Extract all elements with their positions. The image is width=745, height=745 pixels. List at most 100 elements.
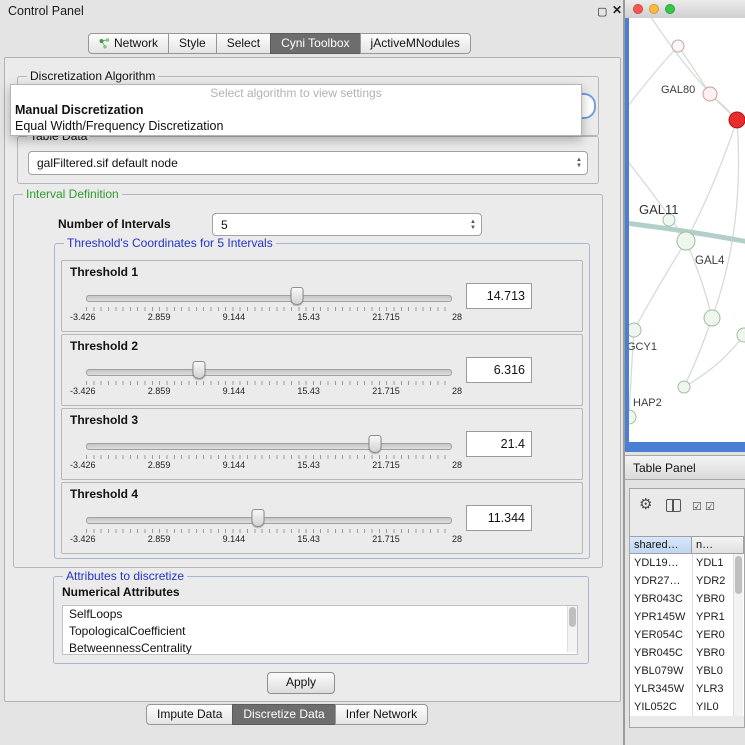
selected-red-node[interactable] <box>729 112 745 128</box>
screen: Control Panel ▢ ✕ Network Style Select <box>0 0 745 745</box>
slider-handle[interactable] <box>369 435 382 453</box>
column-header-shared-name[interactable]: shared… <box>630 536 692 554</box>
zoom-traffic-light-icon[interactable] <box>665 4 675 14</box>
table-panel-header[interactable]: Table Panel <box>625 455 745 480</box>
threshold-3-slider[interactable] <box>86 435 452 453</box>
node-label-gal4: GAL4 <box>695 255 725 267</box>
network-canvas[interactable]: GAL80 GAL11 GAL4 GCY1 HAP2 <box>629 18 745 442</box>
columns-icon[interactable] <box>666 499 681 512</box>
network-node[interactable] <box>704 310 720 326</box>
network-node[interactable] <box>737 328 745 342</box>
threshold-2-slider[interactable] <box>86 361 452 379</box>
network-node-gal4[interactable] <box>677 232 695 250</box>
close-traffic-light-icon[interactable] <box>633 4 643 14</box>
network-node-hap2[interactable] <box>629 410 636 424</box>
network-view-window: GAL80 GAL11 GAL4 GCY1 HAP2 <box>625 0 745 452</box>
network-node-gal80[interactable] <box>703 87 717 101</box>
threshold-3-panel: Threshold 3 -3.4262.8599.14415.4321.7152… <box>61 408 583 480</box>
table-row[interactable]: YDR27…YDR2 <box>630 572 744 590</box>
table-panel-window: ⚙ ☑ ☑ shared… n… YDL19…YDL1 YDR27…YDR2 Y… <box>629 488 745 728</box>
num-intervals-combobox[interactable]: 5 ▲▼ <box>212 213 482 236</box>
gear-icon[interactable]: ⚙ <box>639 497 652 513</box>
table-data-combobox[interactable]: galFiltered.sif default node ▲▼ <box>28 151 588 175</box>
network-window-titlebar[interactable] <box>625 0 745 19</box>
node-label-gal80: GAL80 <box>661 84 695 96</box>
list-scrollbar[interactable] <box>567 606 577 652</box>
num-intervals-label: Number of Intervals <box>58 217 171 231</box>
table-scrollbar[interactable] <box>733 554 743 716</box>
slider-handle[interactable] <box>193 361 206 379</box>
dropdown-option-equal-width-frequency[interactable]: Equal Width/Frequency Discretization <box>11 118 581 134</box>
select-all-columns-icon[interactable]: ☑ <box>692 499 702 515</box>
table-row[interactable]: YLR345WYLR3 <box>630 680 744 698</box>
column-header-name[interactable]: n… <box>692 536 744 554</box>
threshold-1-slider[interactable] <box>86 287 452 305</box>
tab-network-label: Network <box>114 34 158 53</box>
slider-handle[interactable] <box>252 509 265 527</box>
list-item[interactable]: BetweennessCentrality <box>63 640 577 655</box>
dropdown-option-manual-discretization[interactable]: Manual Discretization <box>11 102 581 118</box>
slider-tick-labels: -3.4262.8599.14415.4321.71528 <box>70 460 462 470</box>
bottom-tabs: Impute Data Discretize Data Infer Networ… <box>146 704 428 725</box>
scrollbar-thumb[interactable] <box>735 556 742 594</box>
table-row[interactable]: YER054CYER0 <box>630 626 744 644</box>
minimize-traffic-light-icon[interactable] <box>649 4 659 14</box>
threshold-4-value[interactable]: 11.344 <box>466 505 532 531</box>
tab-infer-network[interactable]: Infer Network <box>335 704 428 725</box>
threshold-4-label: Threshold 4 <box>70 487 138 501</box>
apply-button[interactable]: Apply <box>267 672 335 694</box>
list-item[interactable]: TopologicalCoefficient <box>63 623 577 640</box>
algorithm-group-label: Discretization Algorithm <box>27 69 158 83</box>
threshold-1-label: Threshold 1 <box>70 265 138 279</box>
thresholds-group-label: Threshold's Coordinates for 5 Intervals <box>64 236 276 250</box>
table-data-group: Table Data galFiltered.sif default node … <box>17 136 599 184</box>
slider-tick-labels: -3.4262.8599.14415.4321.71528 <box>70 534 462 544</box>
table-row[interactable]: YDL19…YDL1 <box>630 554 744 572</box>
table-row[interactable]: YBR045CYBR0 <box>630 644 744 662</box>
threshold-1-value[interactable]: 14.713 <box>466 283 532 309</box>
slider-tick-labels: -3.4262.8599.14415.4321.71528 <box>70 312 462 322</box>
float-window-icon[interactable]: ▢ <box>597 5 607 18</box>
threshold-4-slider[interactable] <box>86 509 452 527</box>
tab-discretize-data[interactable]: Discretize Data <box>232 704 335 725</box>
table-row[interactable]: YBL079WYBL0 <box>630 662 744 680</box>
column-divider <box>692 554 693 716</box>
network-node[interactable] <box>672 40 684 52</box>
tab-jactivemnodules[interactable]: jActiveMNodules <box>360 33 471 54</box>
scrollbar-thumb[interactable] <box>569 607 576 627</box>
slider-track[interactable] <box>86 517 452 524</box>
table-row[interactable]: YPR145WYPR1 <box>630 608 744 626</box>
node-label-gcy1: GCY1 <box>629 341 657 353</box>
control-panel-tabs: Network Style Select Cyni Toolbox jActiv… <box>88 33 471 54</box>
num-intervals-value: 5 <box>221 214 228 235</box>
table-rows: YDL19…YDL1 YDR27…YDR2 YBR043CYBR0 YPR145… <box>630 554 744 716</box>
network-node[interactable] <box>678 381 690 393</box>
interval-group-label: Interval Definition <box>23 187 122 201</box>
slider-ticks <box>86 307 452 311</box>
threshold-3-value[interactable]: 21.4 <box>466 431 532 457</box>
threshold-2-label: Threshold 2 <box>70 339 138 353</box>
tab-cyni-toolbox[interactable]: Cyni Toolbox <box>270 33 360 54</box>
tab-network[interactable]: Network <box>88 33 169 54</box>
slider-handle[interactable] <box>291 287 304 305</box>
network-tab-icon <box>99 38 110 49</box>
network-node-gcy1[interactable] <box>629 323 641 337</box>
combobox-stepper-icon[interactable]: ▲▼ <box>576 157 582 169</box>
combobox-stepper-icon[interactable]: ▲▼ <box>470 219 476 231</box>
tab-style[interactable]: Style <box>168 33 217 54</box>
tab-impute-data[interactable]: Impute Data <box>146 704 233 725</box>
threshold-2-value[interactable]: 6.316 <box>466 357 532 383</box>
attributes-group: Attributes to discretize Numerical Attri… <box>53 576 589 664</box>
slider-track[interactable] <box>86 369 452 376</box>
select-shown-columns-icon[interactable]: ☑ <box>705 499 715 515</box>
threshold-2-panel: Threshold 2 -3.4262.8599.14415.4321.7152… <box>61 334 583 406</box>
table-row[interactable]: YBR043CYBR0 <box>630 590 744 608</box>
list-item[interactable]: SelfLoops <box>63 606 577 623</box>
slider-track[interactable] <box>86 443 452 450</box>
table-row[interactable]: YIL052CYIL0 <box>630 698 744 716</box>
slider-track[interactable] <box>86 295 452 302</box>
attributes-group-label: Attributes to discretize <box>63 569 187 583</box>
numerical-attributes-list[interactable]: SelfLoops TopologicalCoefficient Between… <box>62 605 578 655</box>
close-window-icon[interactable]: ✕ <box>612 3 622 17</box>
tab-select[interactable]: Select <box>216 33 271 54</box>
